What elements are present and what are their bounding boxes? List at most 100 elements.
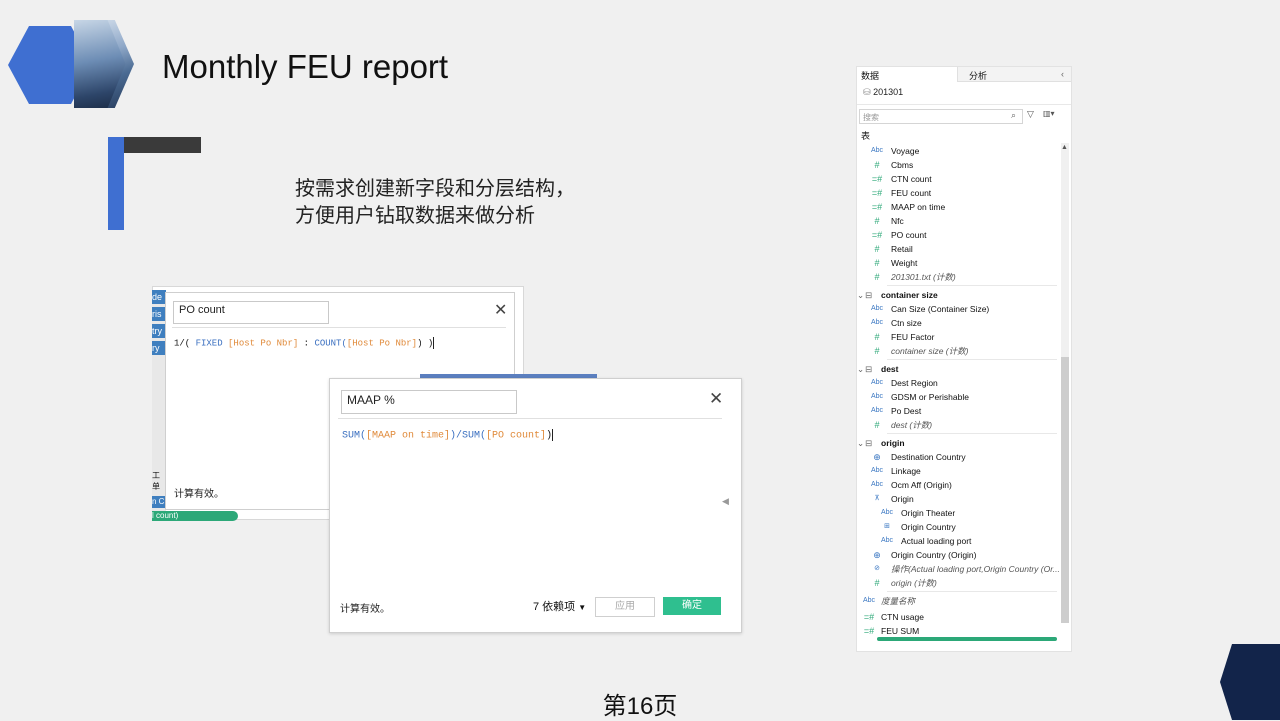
field-item[interactable]: ⊘ 操作(Actual loading port,Origin Country (… xyxy=(857,562,1060,576)
field-item[interactable]: =# FEU count xyxy=(857,186,1057,200)
field-label: 操作(Actual loading port,Origin Country (O… xyxy=(891,564,1060,574)
view-options-icon[interactable]: ▥▾ xyxy=(1043,109,1055,118)
number-icon: # xyxy=(874,160,880,170)
field-item[interactable]: =# CTN usage xyxy=(857,610,1057,624)
tab-analysis[interactable]: 分析 xyxy=(969,69,987,82)
field-item[interactable]: ⊕ Origin Country (Origin) xyxy=(857,548,1057,562)
chevron-down-icon[interactable]: ⌄ xyxy=(857,436,864,450)
field-item[interactable]: # dest (计数) xyxy=(857,418,1057,432)
field-label: MAAP on time xyxy=(891,202,946,212)
dependencies-dropdown[interactable]: 7 依赖项 ▼ xyxy=(533,598,586,614)
strip-pill-green[interactable]: l count) xyxy=(152,511,238,521)
field-item[interactable]: # Retail xyxy=(857,242,1057,256)
collapse-arrow-icon[interactable]: ◀ xyxy=(722,496,729,507)
field-item[interactable]: #201301.txt (计数) xyxy=(857,270,1057,284)
calc-number-icon: =# xyxy=(871,230,883,240)
map-icon: ⊞ xyxy=(884,523,890,530)
divider xyxy=(857,104,1071,105)
search-input[interactable]: 搜索 xyxy=(859,109,1023,124)
field-item[interactable]: Abc Po Dest xyxy=(857,404,1057,418)
chevron-down-icon[interactable]: ⌄ xyxy=(857,362,864,376)
field-item[interactable]: # FEU Factor xyxy=(857,330,1057,344)
field-item[interactable]: ⊞ Origin Country xyxy=(857,520,1057,534)
field-item[interactable]: Abc Ctn size xyxy=(857,316,1057,330)
slide-description: 按需求创建新字段和分层结构， 方便用户钻取数据来做分析 xyxy=(295,176,575,230)
field-item[interactable]: =# FEU SUM xyxy=(857,624,1057,638)
scroll-up-icon[interactable]: ▲ xyxy=(1061,144,1068,151)
field-item[interactable]: Abc Dest Region xyxy=(857,376,1057,390)
formula-function: )/SUM( xyxy=(450,430,487,442)
description-line-1: 按需求创建新字段和分层结构， xyxy=(295,178,575,200)
field-item[interactable]: Abc Linkage xyxy=(857,464,1057,478)
strip-tab[interactable]: try xyxy=(152,324,166,338)
field-item[interactable]: =# CTN count xyxy=(857,172,1057,186)
table-group-header[interactable]: ⌄ ⊟ dest xyxy=(857,362,1057,376)
formula-text: 1/( xyxy=(174,338,196,349)
field-item[interactable]: Abc Can Size (Container Size) xyxy=(857,302,1057,316)
calc-number-icon: =# xyxy=(871,188,883,198)
accent-bar-dark xyxy=(124,137,201,153)
divider xyxy=(172,327,506,328)
text-caret xyxy=(552,429,554,441)
string-icon: Abc xyxy=(870,481,884,488)
field-item[interactable]: =# PO count xyxy=(857,228,1057,242)
field-label: PO count xyxy=(891,230,927,240)
field-item[interactable]: Abc Origin Theater xyxy=(857,506,1057,520)
chevron-down-icon[interactable]: ⌄ xyxy=(857,288,864,302)
tab-data[interactable]: 数据 xyxy=(861,69,879,82)
table-group-header[interactable]: ⌄ ⊟ origin xyxy=(857,436,1057,450)
scrollbar-thumb[interactable] xyxy=(1061,357,1069,623)
field-item[interactable]: Abc GDSM or Perishable xyxy=(857,390,1057,404)
field-item[interactable]: Abc Ocm Aff (Origin) xyxy=(857,478,1057,492)
apply-button[interactable]: 应用 xyxy=(595,597,655,617)
field-item[interactable]: Abc Voyage xyxy=(857,144,1057,158)
collapse-icon[interactable]: ‹ xyxy=(1061,69,1064,79)
close-icon[interactable]: ✕ xyxy=(494,300,507,320)
search-icon[interactable]: ⌕ xyxy=(1011,110,1016,121)
filter-icon[interactable]: ▽ xyxy=(1027,109,1034,120)
close-icon[interactable]: ✕ xyxy=(709,389,723,409)
measure-names-item[interactable]: Abc 度量名称 xyxy=(857,594,1057,608)
table-group-header[interactable]: ⌄ ⊟ container size xyxy=(857,288,1057,302)
formula-field: [Host Po Nbr] xyxy=(346,338,418,349)
data-source-label: 201301 xyxy=(873,87,904,97)
data-pane: 数据 分析 ‹ ⛁ 201301 搜索 ⌕ ▽ ▥▾ 表 ▲ Abc Voyage… xyxy=(856,66,1072,652)
field-label: Ctn size xyxy=(891,318,922,328)
field-item[interactable]: # container size (计数) xyxy=(857,344,1057,358)
field-item[interactable]: # Cbms xyxy=(857,158,1057,172)
number-icon: # xyxy=(874,216,880,226)
strip-tab[interactable]: ry xyxy=(152,341,166,355)
data-source[interactable]: ⛁ 201301 xyxy=(863,87,903,98)
formula-editor[interactable]: 1/( FIXED [Host Po Nbr] : COUNT([Host Po… xyxy=(174,337,435,349)
field-label: 201301.txt (计数) xyxy=(891,272,956,282)
field-item[interactable]: Abc Actual loading port xyxy=(857,534,1057,548)
field-label: dest (计数) xyxy=(891,420,933,430)
formula-field: [Host Po Nbr] xyxy=(228,338,299,349)
field-item[interactable]: ⊕ Destination Country xyxy=(857,450,1057,464)
formula-editor[interactable]: SUM([MAAP on time])/SUM([PO count]) xyxy=(342,429,554,442)
ok-button[interactable]: 确定 xyxy=(663,597,721,615)
calc-name-input[interactable]: MAAP % xyxy=(341,390,517,414)
field-label: FEU count xyxy=(891,188,932,198)
field-item[interactable]: ⊼ Origin xyxy=(857,492,1057,506)
table-icon: ⊟ xyxy=(865,438,873,448)
corner-decoration xyxy=(1220,644,1280,720)
strip-tab[interactable]: ris xyxy=(152,307,166,321)
left-strip: de ris try ry 工单 xyxy=(152,290,166,518)
string-icon: Abc xyxy=(862,597,876,604)
field-item[interactable]: # Weight xyxy=(857,256,1057,270)
measure-pill[interactable] xyxy=(877,637,1057,641)
slide-title: Monthly FEU report xyxy=(162,48,449,85)
accent-bar xyxy=(108,137,124,230)
strip-label: 工单 xyxy=(152,471,160,491)
field-item[interactable]: =# MAAP on time xyxy=(857,200,1057,214)
strip-tab[interactable]: de xyxy=(152,290,166,304)
formula-text: : xyxy=(298,338,315,349)
calc-name-input[interactable]: PO count xyxy=(173,301,329,324)
field-item[interactable]: # origin (计数) xyxy=(857,576,1057,590)
field-label: Nfc xyxy=(891,216,904,226)
number-icon: # xyxy=(874,578,880,588)
field-item[interactable]: # Nfc xyxy=(857,214,1057,228)
page-number: 第16页 xyxy=(602,693,678,720)
formula-function: SUM( xyxy=(342,430,367,442)
